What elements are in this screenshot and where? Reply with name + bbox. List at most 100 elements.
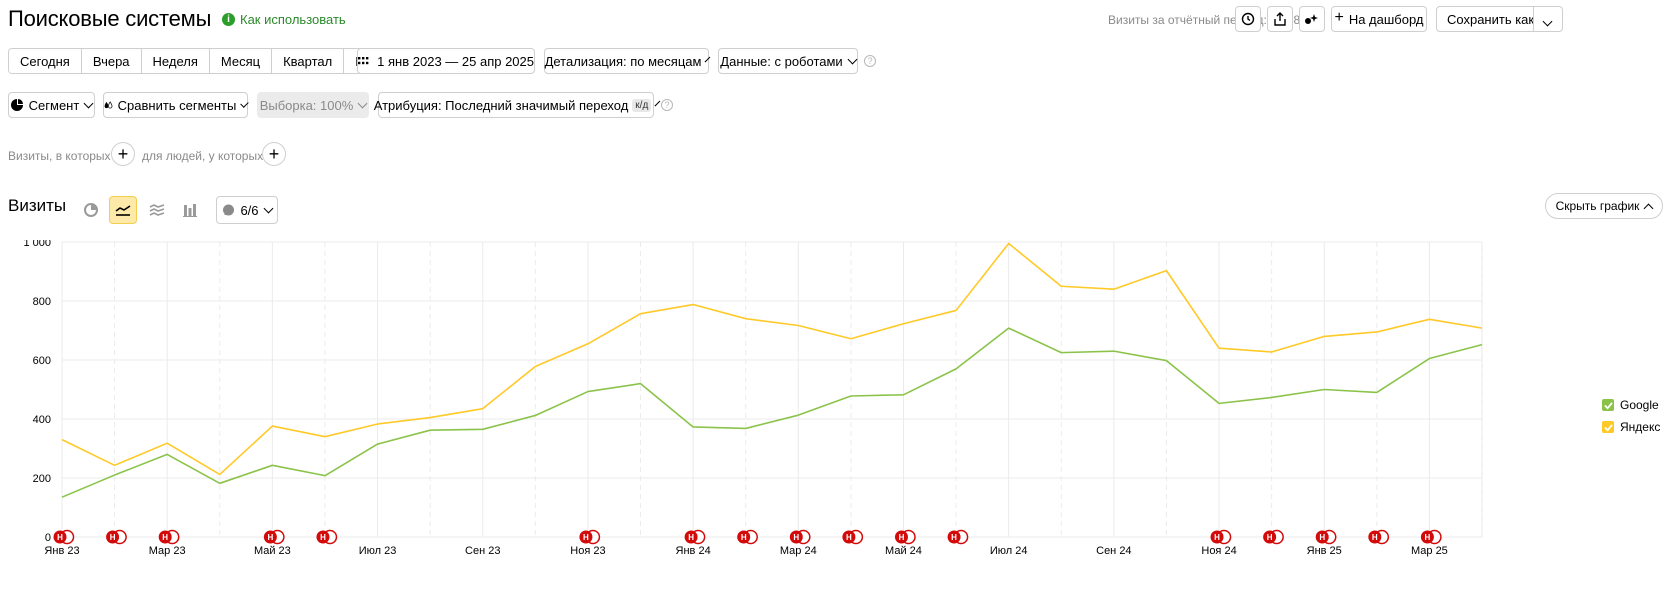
annotation-marker-label: H	[1319, 533, 1325, 542]
checkbox-icon[interactable]	[1602, 421, 1614, 433]
x-tick-label: Ноя 23	[570, 545, 605, 557]
line-view-button[interactable]	[109, 196, 137, 224]
data-point	[1375, 330, 1379, 334]
x-tick-label: Май 24	[885, 545, 922, 557]
segment-dropdown[interactable]: Сегмент	[8, 92, 95, 118]
info-icon: i	[222, 13, 235, 26]
chevron-down-icon[interactable]	[1542, 16, 1553, 27]
annotation-marker-label: H	[1267, 533, 1273, 542]
help-icon[interactable]: ?	[864, 55, 876, 67]
data-point	[481, 407, 485, 411]
alice-button[interactable]	[1299, 6, 1325, 32]
data-point	[586, 390, 590, 394]
annotation-marker-label: H	[951, 533, 957, 542]
data-dropdown[interactable]: Данные: с роботами	[718, 48, 858, 74]
x-tick-label: Май 23	[254, 545, 291, 557]
chevron-down-icon	[83, 98, 94, 108]
period-month[interactable]: Месяц	[209, 49, 273, 73]
data-point	[901, 322, 905, 326]
data-point	[1375, 390, 1379, 394]
hide-chart-button[interactable]: Скрыть график	[1545, 193, 1663, 219]
compare-segments-dropdown[interactable]: Сравнить сегменты	[103, 92, 249, 118]
data-point	[1427, 357, 1431, 361]
history-button[interactable]	[1235, 6, 1261, 32]
detail-dropdown[interactable]: Детализация: по месяцам	[544, 48, 711, 74]
data-point	[1164, 269, 1168, 273]
data-point	[849, 337, 853, 341]
data-point	[218, 472, 222, 476]
legend-item-google[interactable]: Google	[1602, 398, 1660, 412]
x-tick-label: Янв 24	[676, 545, 711, 557]
comment-icon	[223, 204, 235, 215]
page-title: Поисковые системы	[8, 6, 212, 31]
period-today[interactable]: Сегодня	[9, 49, 82, 73]
annotation-marker-label: H	[1214, 533, 1220, 542]
data-point	[270, 463, 274, 467]
data-point	[1480, 326, 1484, 330]
add-to-dashboard-button[interactable]: + На дашборд	[1331, 6, 1427, 32]
sample-dropdown[interactable]: Выборка: 100%	[257, 92, 369, 118]
data-point	[639, 312, 643, 316]
legend-item-yandex[interactable]: Яндекс	[1602, 420, 1660, 434]
data-point	[1164, 359, 1168, 363]
period-yesterday[interactable]: Вчера	[81, 49, 142, 73]
data-point	[1217, 346, 1221, 350]
stacked-lines-icon	[149, 204, 165, 216]
period-selector: Сегодня Вчера Неделя Месяц Квартал Год	[8, 48, 388, 74]
share-icon	[1274, 12, 1286, 26]
data-point	[639, 382, 643, 386]
sparkle-icon	[1305, 14, 1318, 24]
data-point	[586, 342, 590, 346]
data-point	[1270, 395, 1274, 399]
attribution-dropdown[interactable]: Атрибуция: Последний значимый переход к/…	[374, 92, 661, 118]
bar-view-button[interactable]	[176, 196, 204, 224]
annotation-marker-label: H	[57, 533, 63, 542]
annotation-marker-label: H	[688, 533, 694, 542]
chevron-down-icon	[263, 203, 273, 213]
date-range-button[interactable]: 1 янв 2023 — 25 апр 2025	[357, 48, 535, 74]
y-tick-label: 400	[33, 414, 51, 426]
clock-icon	[1241, 12, 1255, 26]
x-tick-label: Июл 24	[990, 545, 1028, 557]
plus-icon: +	[268, 143, 280, 164]
data-point	[1217, 401, 1221, 405]
data-point	[481, 427, 485, 431]
date-range-label: 1 янв 2023 — 25 апр 2025	[377, 53, 534, 69]
howto-link[interactable]: i Как использовать	[222, 12, 346, 27]
export-button[interactable]	[1267, 6, 1293, 32]
data-point	[323, 435, 327, 439]
x-tick-label: Сен 23	[465, 545, 500, 557]
period-week[interactable]: Неделя	[141, 49, 210, 73]
data-point	[165, 452, 169, 456]
visits-line-chart[interactable]: 0 200 400 600 800 1 000 Янв 23 Мар 23 Май 23 Июл …	[0, 240, 1560, 590]
add-people-filter-button[interactable]: +	[262, 142, 286, 166]
data-point	[954, 308, 958, 312]
y-tick-label: 200	[33, 473, 51, 485]
data-point	[1059, 284, 1063, 288]
x-tick-label: Мар 24	[780, 545, 817, 557]
pie-view-button[interactable]	[77, 196, 105, 224]
data-point	[849, 394, 853, 398]
y-tick-label: 600	[33, 355, 51, 367]
save-as-button[interactable]: Сохранить как	[1436, 6, 1563, 32]
add-visit-filter-button[interactable]: +	[111, 142, 135, 166]
chevron-down-icon	[705, 56, 711, 62]
data-point	[796, 323, 800, 327]
checkbox-icon[interactable]	[1602, 399, 1614, 411]
x-tick-label: Июл 23	[359, 545, 397, 557]
help-icon[interactable]: ?	[661, 99, 673, 111]
annotation-marker-label: H	[1425, 533, 1431, 542]
area-view-button[interactable]	[143, 196, 171, 224]
y-tick-label: 1 000	[23, 240, 51, 249]
bar-chart-icon	[183, 204, 197, 217]
data-point	[691, 303, 695, 307]
data-point	[1007, 326, 1011, 330]
data-point	[1270, 350, 1274, 354]
period-quarter[interactable]: Квартал	[272, 49, 345, 73]
annotations-dropdown[interactable]: 6/6	[216, 196, 278, 224]
plot-frame	[61, 241, 1483, 538]
data-point	[376, 422, 380, 426]
data-point	[533, 413, 537, 417]
plus-icon: +	[1334, 9, 1344, 26]
data-point	[1322, 388, 1326, 392]
